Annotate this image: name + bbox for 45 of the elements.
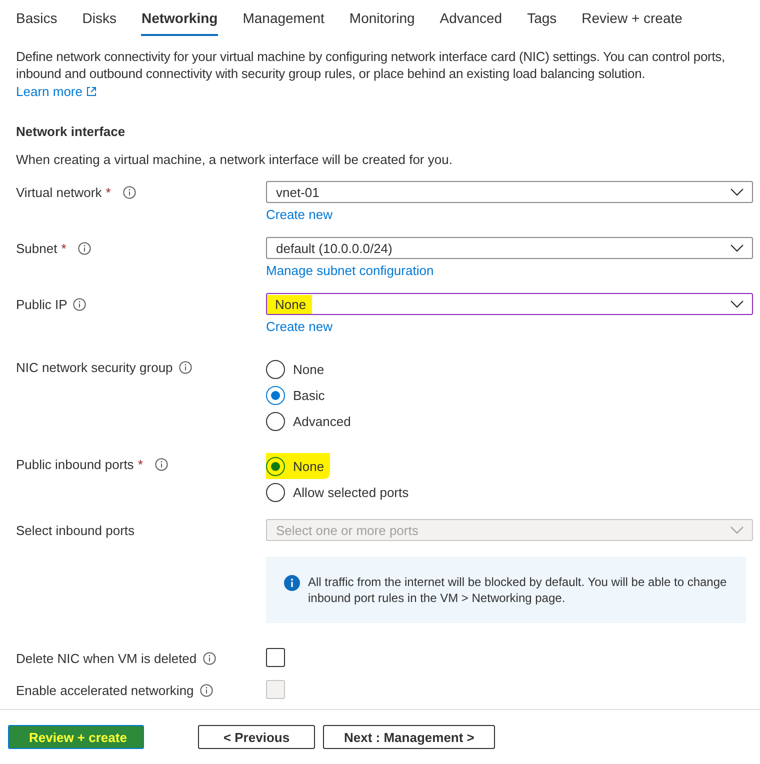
chevron-down-icon — [730, 244, 744, 252]
create-link[interactable]: Create new — [266, 318, 332, 335]
chevron-down-icon — [730, 526, 744, 534]
tab[interactable]: Tags — [527, 10, 557, 36]
field-label: Delete NIC when VM is deleted — [16, 650, 197, 666]
field-label: Enable accelerated networking — [16, 682, 194, 698]
field-label: NIC network security group — [16, 360, 173, 374]
required-asterisk: * — [106, 184, 111, 200]
radio-option[interactable]: Basic — [266, 382, 325, 408]
tab[interactable]: Monitoring — [349, 10, 415, 36]
section-heading: Network interface — [16, 124, 126, 139]
field-label: Virtual network — [16, 184, 102, 200]
external-link-icon — [86, 86, 98, 96]
review-create-button[interactable]: Review + create — [8, 725, 144, 749]
tab[interactable]: Advanced — [440, 10, 502, 36]
tab[interactable]: Disks — [82, 10, 116, 36]
field-label: Subnet — [16, 240, 58, 256]
info-icon — [284, 575, 300, 591]
dropdown[interactable]: vnet-01 — [266, 181, 753, 203]
radio-option[interactable]: Advanced — [266, 408, 351, 434]
chevron-down-icon — [730, 300, 744, 308]
nav-button[interactable]: < Previous — [198, 725, 315, 749]
info-message: All traffic from the internet will be blocked by default. You will be able to change inbound port rules in the VM > Networking page. — [308, 574, 728, 606]
nav-button[interactable]: Next : Management > — [323, 725, 496, 749]
dropdown[interactable]: None — [266, 293, 753, 315]
create-link[interactable]: Manage subnet configuration — [266, 262, 434, 279]
field-label: Public inbound ports — [16, 456, 134, 472]
section-description: When creating a virtual machine, a network interface will be created for you. — [16, 152, 454, 167]
tab[interactable]: Management — [242, 10, 324, 36]
dropdown[interactable]: default (10.0.0.0/24) — [266, 237, 753, 259]
tab[interactable]: Networking — [141, 10, 218, 36]
chevron-down-icon — [730, 188, 744, 196]
checkbox[interactable] — [266, 648, 285, 667]
field-label: Public IP — [16, 296, 68, 312]
tab[interactable]: Basics — [16, 10, 58, 36]
radio-option[interactable]: Allow selected ports — [266, 479, 409, 505]
required-asterisk: * — [61, 240, 66, 256]
tab[interactable]: Review + create — [582, 10, 682, 36]
required-asterisk: * — [138, 456, 143, 472]
description-text: Define network connectivity for your virtual machine by configuring network interface card (NIC) settings. You can control ports, inbound and outbound connectivity with security group rules, or place behind an existing load balancing solution. — [16, 48, 726, 82]
create-link[interactable]: Create new — [266, 206, 332, 223]
radio-option[interactable]: None — [266, 453, 330, 479]
field-label: Select inbound ports — [16, 522, 135, 538]
learn-more-link[interactable]: Learn more — [16, 84, 82, 98]
radio-option[interactable]: None — [266, 356, 324, 382]
